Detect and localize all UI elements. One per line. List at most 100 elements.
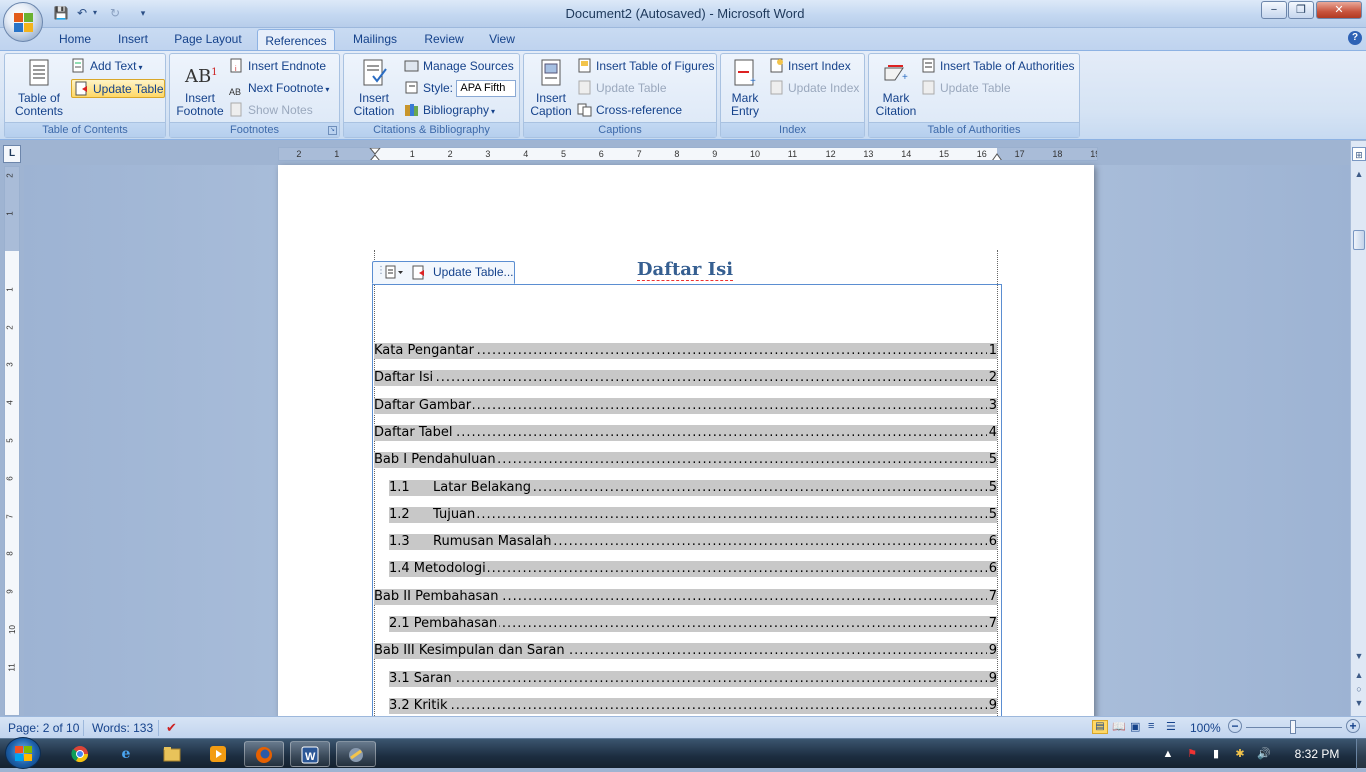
explorer-taskbar-icon[interactable] bbox=[152, 741, 192, 767]
update-table-authorities-button[interactable]: Update Table bbox=[921, 79, 1011, 98]
cross-reference-button[interactable]: Cross-reference bbox=[577, 101, 682, 120]
next-page-icon[interactable]: ▼ bbox=[1352, 696, 1366, 710]
customize-qat-icon[interactable]: ▾ bbox=[134, 5, 152, 21]
style-dropdown[interactable]: APA Fifth bbox=[456, 80, 517, 98]
next-footnote-button[interactable]: AB Next Footnote ▾ bbox=[229, 79, 329, 98]
toc-entry[interactable]: ........................................… bbox=[374, 588, 997, 605]
toc-entry[interactable]: ........................................… bbox=[389, 616, 997, 632]
ruler-number: 18 bbox=[1052, 149, 1063, 159]
zoom-out-icon[interactable]: − bbox=[1228, 719, 1242, 733]
battery-icon[interactable]: ▮ bbox=[1208, 746, 1224, 762]
zoom-level[interactable]: 100% bbox=[1190, 721, 1221, 735]
full-screen-reading-icon[interactable]: 📖 bbox=[1112, 720, 1126, 733]
table-of-contents-button[interactable]: Table of Contents bbox=[9, 58, 69, 118]
office-button[interactable] bbox=[3, 2, 43, 42]
undo-icon[interactable]: ↶ bbox=[73, 5, 91, 21]
insert-table-of-figures-button[interactable]: Insert Table of Figures bbox=[577, 57, 715, 76]
redo-icon[interactable]: ↻ bbox=[106, 5, 124, 21]
footnotes-dialog-launcher-icon[interactable]: ↘ bbox=[328, 126, 337, 135]
toc-menu-icon[interactable] bbox=[385, 265, 405, 282]
vertical-ruler[interactable]: 2 1 1 2 3 4 5 6 7 8 9 10 11 bbox=[4, 166, 20, 716]
ruler-toggle-icon[interactable]: ⊞ bbox=[1352, 147, 1366, 161]
previous-page-icon[interactable]: ▲ bbox=[1352, 668, 1366, 682]
insert-citation-button[interactable]: Insert Citation bbox=[346, 58, 402, 118]
toc-entry[interactable]: ........................................… bbox=[389, 561, 997, 578]
toc-entry[interactable]: ........................................… bbox=[374, 424, 997, 441]
action-center-icon[interactable]: ⚑ bbox=[1184, 746, 1200, 762]
update-table-figures-button[interactable]: Update Table bbox=[577, 79, 667, 98]
scroll-thumb[interactable] bbox=[1353, 230, 1365, 250]
toc-entry[interactable]: ........................................… bbox=[374, 370, 997, 387]
show-hidden-icons-icon[interactable]: ▲ bbox=[1160, 746, 1176, 762]
toc-entry[interactable]: ........................................… bbox=[389, 534, 997, 551]
volume-icon[interactable]: 🔊 bbox=[1256, 746, 1272, 762]
indent-marker-icon[interactable] bbox=[368, 148, 382, 161]
scroll-down-icon[interactable]: ▼ bbox=[1352, 649, 1366, 663]
update-index-button[interactable]: Update Index bbox=[769, 79, 859, 98]
tab-references[interactable]: References bbox=[257, 29, 335, 51]
insert-table-of-authorities-button[interactable]: Insert Table of Authorities bbox=[921, 57, 1075, 76]
insert-endnote-button[interactable]: i Insert Endnote bbox=[229, 57, 326, 76]
help-icon[interactable]: ? bbox=[1348, 31, 1362, 45]
toc-entry[interactable]: ........................................… bbox=[389, 670, 997, 687]
chrome-taskbar-icon[interactable] bbox=[60, 741, 100, 767]
close-button[interactable]: ✕ bbox=[1316, 1, 1362, 19]
restore-button[interactable]: ❐ bbox=[1288, 1, 1314, 19]
word-count[interactable]: Words: 133 bbox=[92, 721, 153, 735]
tab-view[interactable]: View bbox=[480, 28, 524, 50]
toc-entry[interactable]: ........................................… bbox=[389, 479, 997, 496]
tab-insert[interactable]: Insert bbox=[108, 28, 158, 50]
horizontal-ruler[interactable]: 2112345678910111213141516171819 bbox=[278, 147, 1098, 161]
tab-selector-button[interactable]: L bbox=[3, 145, 21, 163]
mark-citation-button[interactable]: + Mark Citation bbox=[871, 58, 921, 118]
outline-view-icon[interactable]: ≡ bbox=[1148, 720, 1154, 732]
network-icon[interactable]: ✱ bbox=[1232, 746, 1248, 762]
toc-control-tab[interactable]: ⋮ Update Table... bbox=[372, 261, 515, 284]
internet-explorer-taskbar-icon[interactable]: e bbox=[106, 741, 146, 767]
manage-sources-icon bbox=[404, 58, 419, 73]
start-button[interactable] bbox=[5, 737, 41, 769]
mark-entry-button[interactable]: + Mark Entry bbox=[723, 58, 767, 118]
save-icon[interactable]: 💾 bbox=[52, 5, 70, 21]
app-taskbar-icon[interactable] bbox=[336, 741, 376, 767]
toc-entry[interactable]: ........................................… bbox=[389, 506, 997, 523]
vertical-scrollbar[interactable]: ⊞ ▲ ▼ ▲ ○ ▼ bbox=[1350, 141, 1366, 716]
toc-entry[interactable]: ........................................… bbox=[374, 643, 997, 660]
scroll-up-icon[interactable]: ▲ bbox=[1352, 167, 1366, 181]
tab-page-layout[interactable]: Page Layout bbox=[166, 28, 250, 50]
word-taskbar-icon[interactable]: W bbox=[290, 741, 330, 767]
tab-home[interactable]: Home bbox=[50, 28, 100, 50]
draft-view-icon[interactable]: ☰ bbox=[1166, 720, 1176, 733]
tab-mailings[interactable]: Mailings bbox=[343, 28, 407, 50]
insert-caption-button[interactable]: Insert Caption bbox=[526, 58, 576, 118]
toc-entry[interactable]: ........................................… bbox=[374, 452, 997, 469]
show-desktop-button[interactable] bbox=[1356, 739, 1366, 769]
next-footnote-label: Next Footnote bbox=[248, 81, 324, 95]
clock[interactable]: 8:32 PM bbox=[1282, 739, 1352, 769]
firefox-taskbar-icon[interactable] bbox=[244, 741, 284, 767]
zoom-in-icon[interactable]: + bbox=[1346, 719, 1360, 733]
insert-index-button[interactable]: Insert Index bbox=[769, 57, 851, 76]
toc-entry[interactable]: ........................................… bbox=[374, 343, 997, 359]
page-count[interactable]: Page: 2 of 10 bbox=[8, 721, 79, 735]
zoom-slider-thumb[interactable] bbox=[1290, 720, 1296, 734]
media-player-taskbar-icon[interactable] bbox=[198, 741, 238, 767]
select-browse-object-icon[interactable]: ○ bbox=[1352, 682, 1366, 696]
toc-entry[interactable]: ........................................… bbox=[389, 697, 997, 714]
print-layout-icon[interactable]: ▤ bbox=[1092, 720, 1108, 734]
bibliography-button[interactable]: Bibliography ▾ bbox=[404, 101, 495, 120]
mark-entry-icon: + bbox=[730, 58, 760, 88]
proofing-error-icon[interactable]: ✔︎ bbox=[166, 720, 177, 736]
toc-update-table-button[interactable]: Update Table... bbox=[433, 265, 514, 279]
insert-footnote-button[interactable]: AB1 Insert Footnote bbox=[172, 58, 228, 118]
tab-review[interactable]: Review bbox=[414, 28, 474, 50]
minimize-button[interactable]: − bbox=[1261, 1, 1287, 19]
toc-entry[interactable]: ........................................… bbox=[374, 397, 997, 414]
undo-dropdown-icon[interactable]: ▾ bbox=[91, 5, 99, 21]
show-notes-button[interactable]: Show Notes bbox=[229, 101, 313, 120]
update-table-button[interactable]: Update Table bbox=[71, 79, 165, 98]
add-text-button[interactable]: Add Text ▾ bbox=[71, 57, 143, 76]
web-layout-icon[interactable]: ▣ bbox=[1130, 720, 1140, 733]
right-indent-marker-icon[interactable] bbox=[991, 152, 1003, 161]
manage-sources-button[interactable]: Manage Sources bbox=[404, 57, 514, 76]
